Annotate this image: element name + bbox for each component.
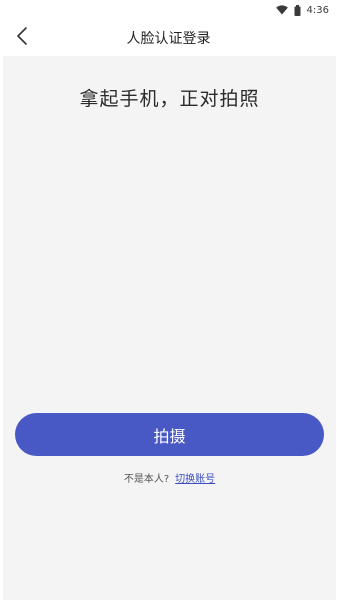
back-button[interactable] (8, 24, 36, 52)
chevron-left-icon (16, 26, 28, 50)
wifi-icon (275, 5, 288, 15)
status-bar: 4:36 (0, 0, 337, 20)
app-bar: 人脸认证登录 (0, 20, 337, 56)
switch-account-link[interactable]: 切换账号 (175, 470, 215, 485)
switch-account-row: 不是本人? 切换账号 (3, 470, 336, 485)
battery-icon (294, 4, 301, 16)
instruction-headline: 拿起手机，正对拍照 (79, 88, 260, 110)
capture-button[interactable]: 拍摄 (15, 413, 324, 456)
not-me-text: 不是本人? (123, 474, 170, 485)
page-title: 人脸认证登录 (126, 31, 211, 47)
face-auth-content: 拿起手机，正对拍照 拍摄 不是本人? 切换账号 (3, 56, 336, 600)
status-time: 4:36 (306, 4, 329, 16)
